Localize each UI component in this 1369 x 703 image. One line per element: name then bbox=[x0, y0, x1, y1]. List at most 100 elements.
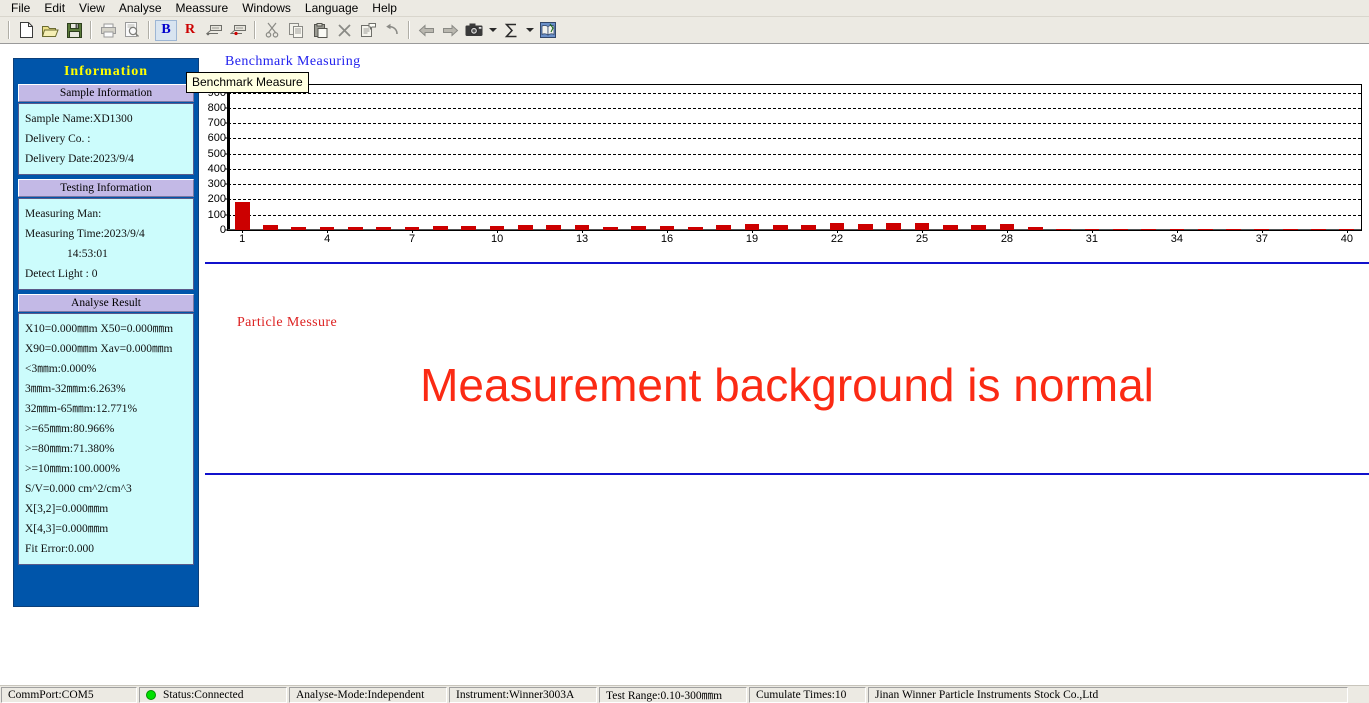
result-r-icon[interactable]: R bbox=[179, 20, 201, 41]
information-panel: Information Sample Information Sample Na… bbox=[13, 58, 199, 607]
result-line-x10-x50: X10=0.000㎜m X50=0.000㎜m bbox=[25, 319, 187, 339]
menu-item-help[interactable]: Help bbox=[365, 0, 404, 16]
menu-item-view[interactable]: View bbox=[72, 0, 112, 16]
chart-bar bbox=[1113, 229, 1128, 230]
menu-item-windows[interactable]: Windows bbox=[235, 0, 298, 16]
benchmark-b-icon[interactable]: B bbox=[155, 20, 177, 41]
camera-icon[interactable] bbox=[463, 20, 485, 41]
measure-run-icon[interactable] bbox=[227, 20, 249, 41]
chart-gridline bbox=[228, 169, 1361, 170]
chart-gridline bbox=[228, 154, 1361, 155]
benchmark-chart-plot[interactable]: 0100200300400500600700800900147101316192… bbox=[227, 84, 1362, 231]
toolbar-separator bbox=[8, 21, 10, 39]
connection-status-dot-icon bbox=[146, 690, 156, 700]
chart-bar bbox=[631, 226, 646, 230]
analyse-result-body: X10=0.000㎜m X50=0.000㎜m X90=0.000㎜m Xav=… bbox=[18, 313, 194, 565]
benchmark-chart-title: Benchmark Measuring bbox=[225, 54, 361, 70]
y-axis-tick-mark bbox=[225, 138, 228, 139]
print-icon[interactable] bbox=[97, 20, 119, 41]
chart-bar bbox=[1141, 229, 1156, 230]
result-line-lt3um: <3㎜m:0.000% bbox=[25, 359, 187, 379]
y-axis-tick-mark bbox=[225, 184, 228, 185]
chart-bar bbox=[263, 225, 278, 230]
menu-item-meassure[interactable]: Meassure bbox=[169, 0, 236, 16]
chart-gridline bbox=[228, 199, 1361, 200]
status-test-range-label: Test Range:0.10-300㎜m bbox=[606, 687, 722, 703]
cut-icon[interactable] bbox=[261, 20, 283, 41]
x-axis-tick-label: 4 bbox=[324, 233, 330, 245]
status-comm-port: CommPort:COM5 bbox=[1, 687, 137, 703]
camera-dropdown-arrow-icon[interactable] bbox=[486, 20, 499, 41]
chart-bar bbox=[603, 227, 618, 230]
x-axis-tick-label: 28 bbox=[1001, 233, 1013, 245]
forward-arrow-icon[interactable] bbox=[439, 20, 461, 41]
chevron-down-icon bbox=[489, 28, 497, 32]
status-instrument-label: Instrument:Winner3003A bbox=[456, 689, 574, 701]
status-instrument: Instrument:Winner3003A bbox=[449, 687, 597, 703]
y-axis-tick-label: 100 bbox=[208, 209, 226, 221]
status-cumulate-times: Cumulate Times:10 bbox=[749, 687, 866, 703]
toolbar: B R bbox=[0, 17, 1369, 44]
x-axis-tick-mark bbox=[1177, 230, 1178, 233]
chart-gridline bbox=[228, 93, 1361, 94]
chart-bar bbox=[291, 227, 306, 230]
benchmark-chart-inner: 0100200300400500600700800900147101316192… bbox=[228, 85, 1361, 230]
y-axis-tick-label: 200 bbox=[208, 193, 226, 205]
print-preview-icon[interactable] bbox=[121, 20, 143, 41]
x-axis-tick-mark bbox=[497, 230, 498, 233]
status-cumulate-times-label: Cumulate Times:10 bbox=[756, 689, 846, 701]
chart-bar bbox=[688, 227, 703, 231]
status-bar: CommPort:COM5 Status:Connected Analyse-M… bbox=[0, 685, 1369, 703]
menu-item-edit[interactable]: Edit bbox=[37, 0, 72, 16]
back-arrow-icon[interactable] bbox=[415, 20, 437, 41]
menu-item-language[interactable]: Language bbox=[298, 0, 365, 16]
x-axis-tick-label: 13 bbox=[576, 233, 588, 245]
chart-bar bbox=[461, 226, 476, 230]
result-line-x32: X[3,2]=0.000㎜m bbox=[25, 499, 187, 519]
undo-icon[interactable] bbox=[381, 20, 403, 41]
measuring-man-line: Measuring Man: bbox=[25, 204, 187, 224]
save-disk-icon[interactable] bbox=[63, 20, 85, 41]
report-book-icon[interactable] bbox=[537, 20, 559, 41]
chart-bar bbox=[1226, 229, 1241, 230]
y-axis-tick-label: 800 bbox=[208, 102, 226, 114]
new-file-icon[interactable] bbox=[15, 20, 37, 41]
y-axis-tick-label: 300 bbox=[208, 178, 226, 190]
sigma-icon[interactable] bbox=[500, 20, 522, 41]
sample-name-line: Sample Name:XD1300 bbox=[25, 109, 187, 129]
chart-bar bbox=[971, 225, 986, 230]
y-axis-tick-mark bbox=[225, 107, 228, 108]
x-axis-tick-label: 25 bbox=[916, 233, 928, 245]
menu-item-analyse[interactable]: Analyse bbox=[112, 0, 169, 16]
x-axis-tick-label: 7 bbox=[409, 233, 415, 245]
status-test-range: Test Range:0.10-300㎜m bbox=[599, 687, 747, 703]
measure-setup-icon[interactable] bbox=[203, 20, 225, 41]
chart-bar bbox=[830, 223, 845, 230]
benchmark-b-label: B bbox=[161, 22, 170, 38]
properties-icon[interactable] bbox=[357, 20, 379, 41]
open-folder-icon[interactable] bbox=[39, 20, 61, 41]
status-company: Jinan Winner Particle Instruments Stock … bbox=[868, 687, 1348, 703]
result-line-x43: X[4,3]=0.000㎜m bbox=[25, 519, 187, 539]
analyse-result-header: Analyse Result bbox=[18, 294, 194, 312]
x-axis-tick-mark bbox=[1347, 230, 1348, 233]
x-axis-tick-mark bbox=[922, 230, 923, 233]
sample-information-header: Sample Information bbox=[18, 84, 194, 102]
x-axis-tick-label: 10 bbox=[491, 233, 503, 245]
chart-bar bbox=[801, 225, 816, 230]
chart-gridline bbox=[228, 108, 1361, 109]
sigma-dropdown-arrow-icon[interactable] bbox=[523, 20, 536, 41]
paste-icon[interactable] bbox=[309, 20, 331, 41]
toolbar-separator bbox=[408, 21, 410, 39]
copy-icon[interactable] bbox=[285, 20, 307, 41]
delete-x-icon[interactable] bbox=[333, 20, 355, 41]
y-axis-tick-mark bbox=[225, 123, 228, 124]
menu-item-file[interactable]: File bbox=[4, 0, 37, 16]
chart-bar bbox=[1056, 229, 1071, 230]
chart-bar bbox=[886, 223, 901, 230]
x-axis-tick-label: 40 bbox=[1341, 233, 1353, 245]
toolbar-separator bbox=[254, 21, 256, 39]
toolbar-separator bbox=[148, 21, 150, 39]
chart-gridline bbox=[228, 138, 1361, 139]
x-axis-tick-label: 31 bbox=[1086, 233, 1098, 245]
